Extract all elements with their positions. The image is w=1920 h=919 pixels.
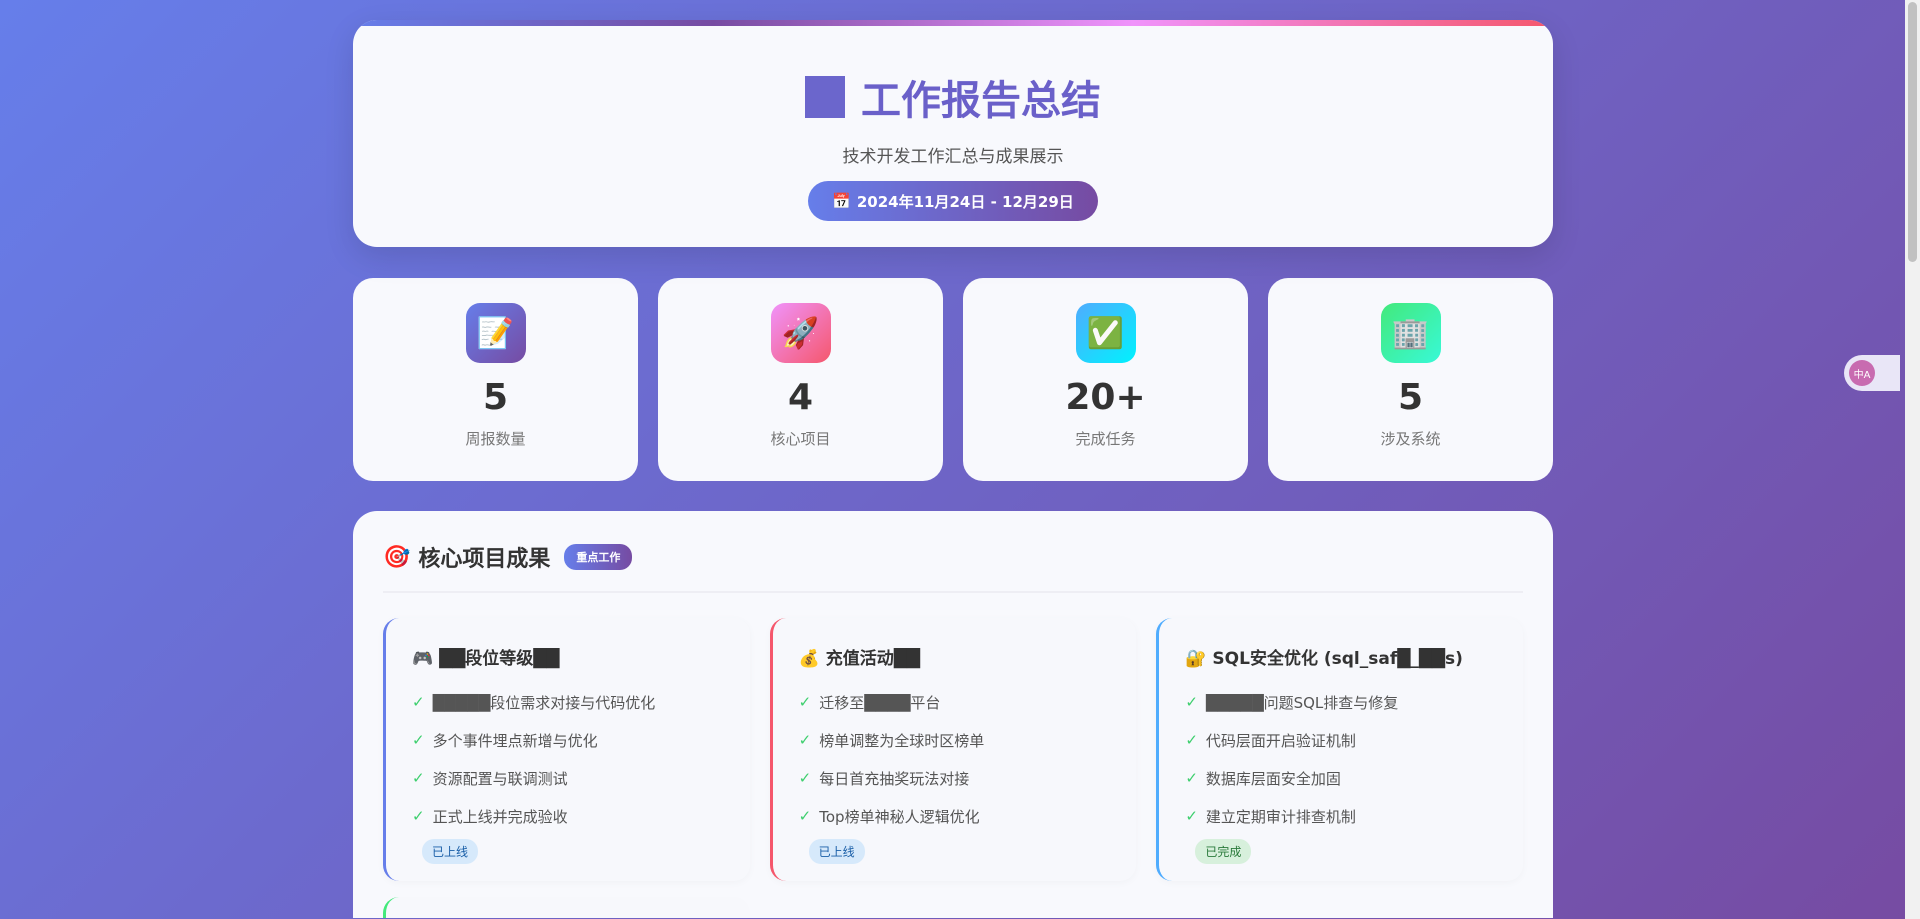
date-range-badge: 📅 2024年11月24日 - 12月29日 bbox=[808, 181, 1098, 221]
item-text: █████段位需求对接与代码优化 bbox=[432, 693, 656, 712]
item-text: 每日首充抽奖玩法对接 bbox=[819, 769, 970, 788]
list-item: ✓ █████段位需求对接与代码优化 bbox=[412, 683, 724, 721]
list-item: ✓ 代码层面开启验证机制 bbox=[1185, 721, 1497, 759]
checkmark-icon: ✓ bbox=[1185, 731, 1198, 749]
list-item: ✓ 资源配置与联调测试 bbox=[412, 759, 724, 797]
list-item: ✓ 每日首充抽奖玩法对接 bbox=[799, 759, 1111, 797]
project-card: 🔐 SQL安全优化 (sql_saf█_██s) ✓ █████问题SQL排查与修… bbox=[1156, 618, 1524, 881]
checkmark-icon: ✓ bbox=[412, 731, 425, 749]
date-range: 2024年11月24日 - 12月29日 bbox=[856, 192, 1074, 211]
item-text: 建立定期审计排查机制 bbox=[1205, 807, 1356, 826]
stat-label: 核心项目 bbox=[770, 430, 831, 448]
project-cards: 🎮 ██段位等级██ ✓ █████段位需求对接与代码优化 ✓ 多个事件埋点新增与优… bbox=[383, 618, 1524, 881]
checkmark-icon: ✓ bbox=[798, 807, 812, 825]
item-text: 代码层面开启验证机制 bbox=[1205, 731, 1356, 750]
stat-card-systems: 🏢 5 涉及系统 bbox=[1268, 278, 1553, 481]
project-card bbox=[383, 897, 750, 918]
check-icon: ✅ bbox=[1075, 303, 1136, 363]
translate-widget[interactable]: 中A bbox=[1844, 355, 1900, 391]
rocket-icon: 🚀 bbox=[770, 303, 831, 363]
checkmark-icon: ✓ bbox=[798, 769, 812, 787]
stat-value: 5 bbox=[1397, 377, 1424, 418]
checkmark-icon: ✓ bbox=[412, 807, 425, 825]
scrollbar[interactable] bbox=[1905, 0, 1920, 919]
report-header: 工作报告总结 技术开发工作汇总与成果展示 📅 2024年11月24日 - 12月2… bbox=[353, 20, 1553, 247]
checkmark-icon: ✓ bbox=[798, 693, 812, 711]
project-card: 💰 充值活动██ ✓ 迁移至████平台 ✓ 榜单调整为全球时区榜单 ✓ 每日首充抽奖… bbox=[769, 618, 1137, 881]
translate-icon[interactable]: 中A bbox=[1849, 360, 1875, 386]
calendar-icon: 📅 bbox=[832, 192, 851, 210]
item-text: 迁移至████平台 bbox=[819, 693, 941, 712]
stat-card-reports: 📝 5 周报数量 bbox=[353, 278, 638, 481]
checkmark-icon: ✓ bbox=[412, 769, 425, 787]
checkmark-icon: ✓ bbox=[1185, 807, 1198, 825]
checkmark-icon: ✓ bbox=[798, 731, 812, 749]
item-text: 数据库层面安全加固 bbox=[1205, 769, 1341, 788]
title-square-icon bbox=[805, 76, 845, 118]
stat-value: 5 bbox=[482, 377, 509, 418]
stat-value: 4 bbox=[787, 377, 814, 418]
checkmark-icon: ✓ bbox=[1185, 693, 1198, 711]
list-item: ✓ 数据库层面安全加固 bbox=[1185, 759, 1497, 797]
list-item: ✓ █████问题SQL排查与修复 bbox=[1185, 683, 1497, 721]
memo-icon: 📝 bbox=[465, 303, 526, 363]
priority-badge: 重点工作 bbox=[564, 544, 633, 570]
project-card: 🎮 ██段位等级██ ✓ █████段位需求对接与代码优化 ✓ 多个事件埋点新增与优… bbox=[383, 618, 750, 881]
page-title-text: 工作报告总结 bbox=[861, 78, 1101, 124]
item-text: 资源配置与联调测试 bbox=[432, 769, 568, 788]
stat-label: 涉及系统 bbox=[1380, 430, 1441, 448]
list-item: ✓ 正式上线并完成验收 bbox=[412, 797, 724, 835]
stat-value: 20+ bbox=[1065, 377, 1146, 418]
item-text: 正式上线并完成验收 bbox=[432, 807, 568, 826]
item-text: Top榜单神秘人逻辑优化 bbox=[819, 807, 980, 826]
project-title: 🎮 ██段位等级██ bbox=[412, 649, 560, 669]
page-subtitle: 技术开发工作汇总与成果展示 bbox=[842, 147, 1064, 167]
core-projects-section: 🎯 核心项目成果 重点工作 🎮 ██段位等级██ ✓ █████段位需求对接与代码… bbox=[353, 511, 1553, 918]
status-badge: 已上线 bbox=[422, 839, 479, 864]
project-title: 🔐 SQL安全优化 (sql_saf█_██s) bbox=[1185, 649, 1463, 669]
stats-row: 📝 5 周报数量 🚀 4 核心项目 ✅ 20+ 完成任务 🏢 5 涉及系统 bbox=[353, 278, 1553, 481]
checkmark-icon: ✓ bbox=[412, 693, 425, 711]
list-item: ✓ 建立定期审计排查机制 bbox=[1185, 797, 1497, 835]
scrollbar-thumb[interactable] bbox=[1908, 2, 1917, 262]
item-text: █████问题SQL排查与修复 bbox=[1205, 693, 1399, 712]
section-header: 🎯 核心项目成果 重点工作 bbox=[383, 541, 1523, 593]
section-title: 核心项目成果 bbox=[418, 547, 551, 572]
list-item: ✓ 榜单调整为全球时区榜单 bbox=[799, 721, 1111, 759]
status-badge: 已上线 bbox=[808, 839, 865, 864]
list-item: ✓ 多个事件埋点新增与优化 bbox=[412, 721, 724, 759]
header-gradient-bar bbox=[353, 20, 1553, 26]
list-item: ✓ Top榜单神秘人逻辑优化 bbox=[799, 797, 1111, 835]
stat-label: 完成任务 bbox=[1075, 430, 1136, 448]
project-title: 💰 充值活动██ bbox=[798, 649, 920, 669]
item-text: 多个事件埋点新增与优化 bbox=[432, 731, 598, 750]
stat-label: 周报数量 bbox=[465, 430, 526, 448]
building-icon: 🏢 bbox=[1380, 303, 1441, 363]
checkmark-icon: ✓ bbox=[1185, 769, 1198, 787]
stat-card-projects: 🚀 4 核心项目 bbox=[658, 278, 943, 481]
list-item: ✓ 迁移至████平台 bbox=[799, 683, 1111, 721]
stat-card-tasks: ✅ 20+ 完成任务 bbox=[963, 278, 1248, 481]
item-text: 榜单调整为全球时区榜单 bbox=[819, 731, 985, 750]
page-title: 工作报告总结 bbox=[353, 68, 1553, 126]
status-badge: 已完成 bbox=[1195, 839, 1252, 864]
target-icon: 🎯 bbox=[383, 544, 411, 570]
report-container: 工作报告总结 技术开发工作汇总与成果展示 📅 2024年11月24日 - 12月2… bbox=[353, 20, 1553, 918]
